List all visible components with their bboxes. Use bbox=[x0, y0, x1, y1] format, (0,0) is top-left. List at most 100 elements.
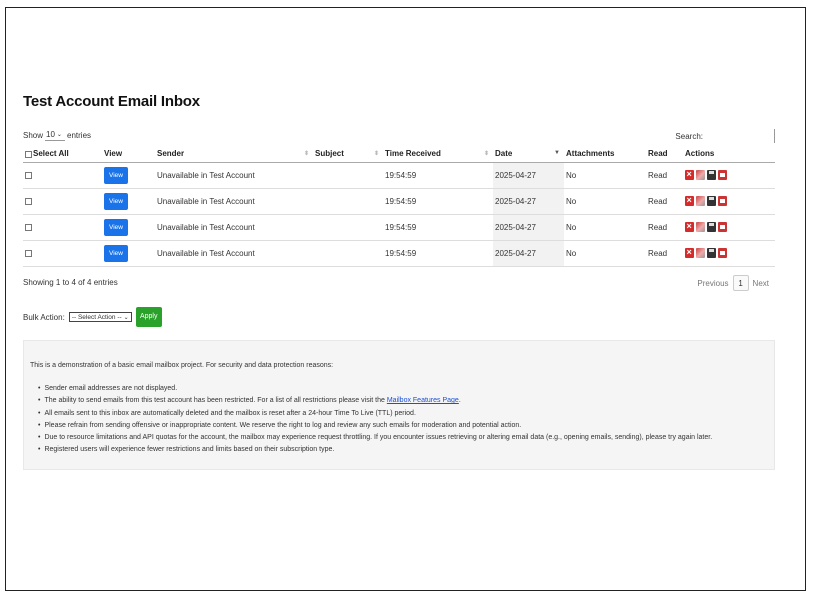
time-received-header[interactable]: Time Received ⬍ bbox=[383, 146, 493, 163]
row-checkbox[interactable] bbox=[25, 249, 32, 257]
row-read-status: Read bbox=[646, 188, 683, 215]
previous-page-button[interactable]: Previous bbox=[697, 279, 728, 288]
row-time-received: 19:54:59 bbox=[383, 214, 493, 241]
row-attachments: No bbox=[564, 188, 646, 215]
view-button[interactable]: View bbox=[104, 166, 128, 184]
show-entries: Show 10 ⌄ entries bbox=[23, 129, 91, 141]
entries-length-value: 10 bbox=[46, 130, 55, 139]
bulk-action-value: -- Select Action -- bbox=[71, 313, 122, 321]
notice-item: Please refrain from sending offensive or… bbox=[38, 420, 712, 432]
table-row: View Unavailable in Test Account 19:54:59 2… bbox=[23, 214, 775, 241]
print-icon[interactable] bbox=[718, 248, 727, 258]
notice-item: All emails sent to this inbox are automa… bbox=[38, 408, 712, 420]
row-read-status: Read bbox=[646, 240, 683, 267]
page-title: Test Account Email Inbox bbox=[23, 93, 200, 110]
subject-header-label: Subject bbox=[315, 149, 344, 159]
read-header[interactable]: Read bbox=[646, 146, 683, 163]
row-subject bbox=[313, 214, 383, 241]
row-date: 2025-04-27 bbox=[493, 162, 564, 189]
select-all-checkbox[interactable] bbox=[25, 150, 32, 158]
notice-item: Registered users will experience fewer r… bbox=[38, 444, 712, 456]
row-actions bbox=[683, 162, 775, 189]
notice-item: The ability to send emails from this tes… bbox=[38, 395, 712, 407]
flag-icon[interactable] bbox=[696, 196, 705, 206]
save-icon[interactable] bbox=[707, 248, 716, 258]
select-all-header[interactable]: Select All bbox=[23, 146, 102, 163]
delete-icon[interactable] bbox=[685, 195, 694, 206]
apply-button[interactable]: Apply bbox=[135, 307, 162, 327]
flag-icon[interactable] bbox=[696, 170, 705, 180]
row-select-cell bbox=[23, 240, 102, 267]
attachments-header[interactable]: Attachments bbox=[564, 146, 646, 163]
table-row: View Unavailable in Test Account 19:54:59 2… bbox=[23, 240, 775, 267]
row-view-cell: View bbox=[102, 188, 155, 215]
row-time-received: 19:54:59 bbox=[383, 240, 493, 267]
row-checkbox[interactable] bbox=[25, 223, 32, 231]
bulk-action-label: Bulk Action: bbox=[23, 312, 65, 322]
row-sender: Unavailable in Test Account bbox=[155, 162, 313, 189]
view-button[interactable]: View bbox=[104, 244, 128, 262]
print-icon[interactable] bbox=[718, 170, 727, 180]
inbox-table: Select All View Sender ⬍ Subject ⬍ Time Re… bbox=[23, 146, 775, 267]
row-checkbox[interactable] bbox=[25, 197, 32, 205]
row-select-cell bbox=[23, 162, 102, 189]
bulk-action-select[interactable]: -- Select Action -- ⌄ bbox=[68, 312, 132, 322]
delete-icon[interactable] bbox=[685, 169, 694, 180]
notice-item: Due to resource limitations and API quot… bbox=[38, 432, 712, 444]
row-subject bbox=[313, 240, 383, 267]
row-sender: Unavailable in Test Account bbox=[155, 188, 313, 215]
row-sender: Unavailable in Test Account bbox=[155, 214, 313, 241]
demo-notice: This is a demonstration of a basic email… bbox=[23, 340, 775, 470]
row-actions bbox=[683, 240, 775, 267]
row-time-received: 19:54:59 bbox=[383, 188, 493, 215]
delete-icon[interactable] bbox=[685, 247, 694, 258]
row-view-cell: View bbox=[102, 240, 155, 267]
row-sender: Unavailable in Test Account bbox=[155, 240, 313, 267]
row-checkbox[interactable] bbox=[25, 171, 32, 179]
row-actions bbox=[683, 188, 775, 215]
row-attachments: No bbox=[564, 162, 646, 189]
row-view-cell: View bbox=[102, 162, 155, 189]
datatable-footer: Showing 1 to 4 of 4 entries Previous 1 N… bbox=[23, 275, 775, 291]
sender-header-label: Sender bbox=[157, 149, 185, 159]
row-read-status: Read bbox=[646, 214, 683, 241]
entries-length-select[interactable]: 10 ⌄ bbox=[45, 129, 66, 141]
view-button[interactable]: View bbox=[104, 218, 128, 236]
sort-icon: ⬍ bbox=[303, 151, 309, 157]
sort-icon: ⬍ bbox=[373, 151, 379, 157]
table-header-row: Select All View Sender ⬍ Subject ⬍ Time Re… bbox=[23, 146, 775, 163]
sort-icon: ⬍ bbox=[483, 151, 489, 157]
row-subject bbox=[313, 162, 383, 189]
row-date: 2025-04-27 bbox=[493, 188, 564, 215]
table-row: View Unavailable in Test Account 19:54:59 2… bbox=[23, 188, 775, 215]
search-label: Search: bbox=[675, 131, 703, 141]
inbox-table-body: View Unavailable in Test Account 19:54:59 2… bbox=[23, 162, 775, 267]
time-received-header-label: Time Received bbox=[385, 149, 441, 159]
flag-icon[interactable] bbox=[696, 248, 705, 258]
subject-header[interactable]: Subject ⬍ bbox=[313, 146, 383, 163]
sort-desc-icon: ▼ bbox=[554, 150, 560, 156]
notice-intro: This is a demonstration of a basic email… bbox=[30, 362, 334, 369]
row-read-status: Read bbox=[646, 162, 683, 189]
page-1-button[interactable]: 1 bbox=[732, 275, 749, 291]
select-all-label: Select All bbox=[33, 149, 69, 159]
flag-icon[interactable] bbox=[696, 222, 705, 232]
save-icon[interactable] bbox=[707, 170, 716, 180]
save-icon[interactable] bbox=[707, 222, 716, 232]
row-time-received: 19:54:59 bbox=[383, 162, 493, 189]
delete-icon[interactable] bbox=[685, 221, 694, 232]
next-page-button[interactable]: Next bbox=[753, 279, 769, 288]
view-header: View bbox=[102, 146, 155, 163]
notice-item-suffix: . bbox=[458, 397, 461, 405]
date-header[interactable]: Date ▼ bbox=[493, 146, 564, 163]
print-icon[interactable] bbox=[718, 196, 727, 206]
print-icon[interactable] bbox=[718, 222, 727, 232]
mailbox-features-link[interactable]: Mailbox Features Page bbox=[387, 397, 459, 404]
view-button[interactable]: View bbox=[104, 192, 128, 210]
save-icon[interactable] bbox=[707, 196, 716, 206]
row-select-cell bbox=[23, 188, 102, 215]
search-input[interactable] bbox=[705, 129, 775, 143]
notice-item-text: The ability to send emails from this tes… bbox=[44, 397, 385, 405]
sender-header[interactable]: Sender ⬍ bbox=[155, 146, 313, 163]
date-header-label: Date bbox=[495, 149, 513, 159]
